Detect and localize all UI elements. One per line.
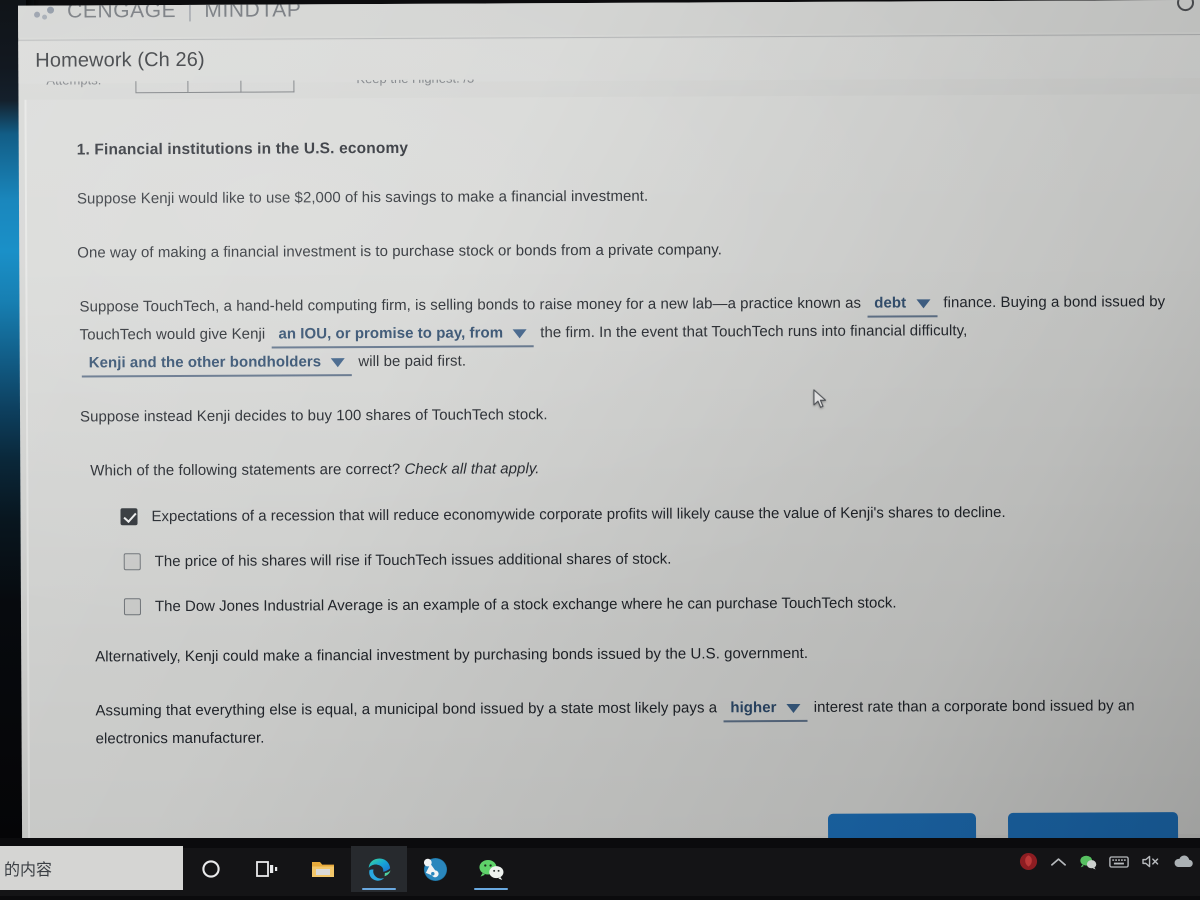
keyboard-ime-icon[interactable] <box>1109 855 1129 869</box>
edge-browser-icon <box>368 858 390 881</box>
cengage-dots-logo-icon <box>34 3 58 21</box>
ime-candidate-chip[interactable]: 的内容 <box>0 846 183 890</box>
action-buttons <box>827 812 1179 840</box>
brand-product: MINDTAP <box>204 0 302 22</box>
question-content: 1. Financial institutions in the U.S. ec… <box>24 93 1200 840</box>
paragraph-1: Suppose Kenji would like to use $2,000 o… <box>76 187 649 208</box>
chevron-down-icon <box>513 328 528 338</box>
wechat-tray-icon[interactable] <box>1079 854 1097 870</box>
speaker-muted-icon[interactable] <box>1141 854 1160 869</box>
taskbar-item-wechat[interactable] <box>463 846 519 892</box>
dropdown-interest-rate[interactable]: higher <box>723 696 808 723</box>
checkbox-checked-icon[interactable] <box>120 508 138 526</box>
chevron-down-icon <box>331 357 346 367</box>
paragraph-7: Assuming that everything else is equal, … <box>95 692 1177 753</box>
onedrive-cloud-icon[interactable] <box>1172 855 1194 869</box>
paragraph-3: Suppose TouchTech, a hand-held computing… <box>79 288 1175 378</box>
option-row[interactable]: The price of his shares will rise if Tou… <box>123 547 1177 572</box>
option-label: The Dow Jones Industrial Average is an e… <box>154 594 897 616</box>
taskbar-item-microsoft-edge[interactable] <box>351 846 407 892</box>
paragraph-6: Alternatively, Kenji could make a financ… <box>95 644 809 666</box>
checkbox-options: Expectations of a recession that will re… <box>120 502 1177 617</box>
option-label: Expectations of a recession that will re… <box>151 503 1006 526</box>
paragraph-7-text-a: Assuming that everything else is equal, … <box>95 699 718 720</box>
file-explorer-icon <box>312 862 334 877</box>
paragraph-5: Which of the following statements are co… <box>90 452 1176 485</box>
brand-logo[interactable]: CENGAGE | MINDTAP <box>34 0 302 24</box>
windows-taskbar: 的内容 <box>0 838 1200 900</box>
question-heading: 1. Financial institutions in the U.S. ec… <box>76 139 409 159</box>
task-view-icon <box>256 861 278 877</box>
ime-candidate-text: 的内容 <box>4 860 53 879</box>
taskbar-item-steam[interactable] <box>407 846 463 892</box>
checkbox-unchecked-icon[interactable] <box>123 553 141 571</box>
red-shield-icon[interactable] <box>1019 852 1038 871</box>
option-row[interactable]: Expectations of a recession that will re… <box>120 502 1176 527</box>
save-and-continue-button[interactable] <box>1007 812 1179 839</box>
circle-glyph-icon[interactable] <box>1176 0 1195 12</box>
taskbar-item-file-explorer[interactable] <box>295 846 351 892</box>
taskbar-items <box>183 846 519 892</box>
mouse-pointer-icon <box>813 389 827 408</box>
dropdown-bond-meaning[interactable]: an IOU, or promise to pay, from <box>271 322 535 349</box>
chevron-down-icon <box>786 703 801 713</box>
steam-icon <box>423 857 447 881</box>
grade-it-now-button[interactable] <box>827 813 977 840</box>
system-tray <box>1019 852 1194 871</box>
option-row[interactable]: The Dow Jones Industrial Average is an e… <box>123 592 1177 617</box>
paragraph-3-text-d: will be paid first. <box>358 352 467 371</box>
check-all-question: Which of the following statements are co… <box>90 460 401 480</box>
brand-separator: | <box>187 0 194 22</box>
taskbar-item-cortana[interactable] <box>183 846 239 892</box>
paragraph-3-text-a: Suppose TouchTech, a hand-held computing… <box>79 294 862 316</box>
dropdown-bond-meaning-value: an IOU, or promise to pay, from <box>278 324 504 343</box>
option-label: The price of his shares will rise if Tou… <box>154 550 672 571</box>
paragraph-2: One way of making a financial investment… <box>77 241 722 262</box>
dropdown-paid-first[interactable]: Kenji and the other bondholders <box>81 351 353 378</box>
wechat-icon <box>478 859 503 880</box>
dropdown-interest-rate-value: higher <box>730 699 777 717</box>
dropdown-finance-type-value: debt <box>874 294 907 312</box>
page-title: Homework (Ch 26) <box>35 48 205 72</box>
taskbar-item-task-view[interactable] <box>239 846 295 892</box>
cortana-circle-icon <box>202 860 220 878</box>
cengage-brand-bar: CENGAGE | MINDTAP <box>18 0 1200 38</box>
monitor-photo: CENGAGE | MINDTAP Homework (Ch 26) Attem… <box>0 0 1200 900</box>
chevron-up-icon[interactable] <box>1050 855 1067 869</box>
dropdown-finance-type[interactable]: debt <box>867 292 938 318</box>
brand-name: CENGAGE <box>66 0 177 23</box>
paragraph-4: Suppose instead Kenji decides to buy 100… <box>79 406 548 426</box>
check-all-instruction: Check all that apply. <box>404 460 540 478</box>
browser-viewport: CENGAGE | MINDTAP Homework (Ch 26) Attem… <box>18 0 1200 844</box>
paragraph-3-text-c: the firm. In the event that TouchTech ru… <box>540 322 968 342</box>
checkbox-unchecked-icon[interactable] <box>123 598 141 616</box>
chevron-down-icon <box>916 298 931 308</box>
dropdown-paid-first-value: Kenji and the other bondholders <box>88 353 322 372</box>
